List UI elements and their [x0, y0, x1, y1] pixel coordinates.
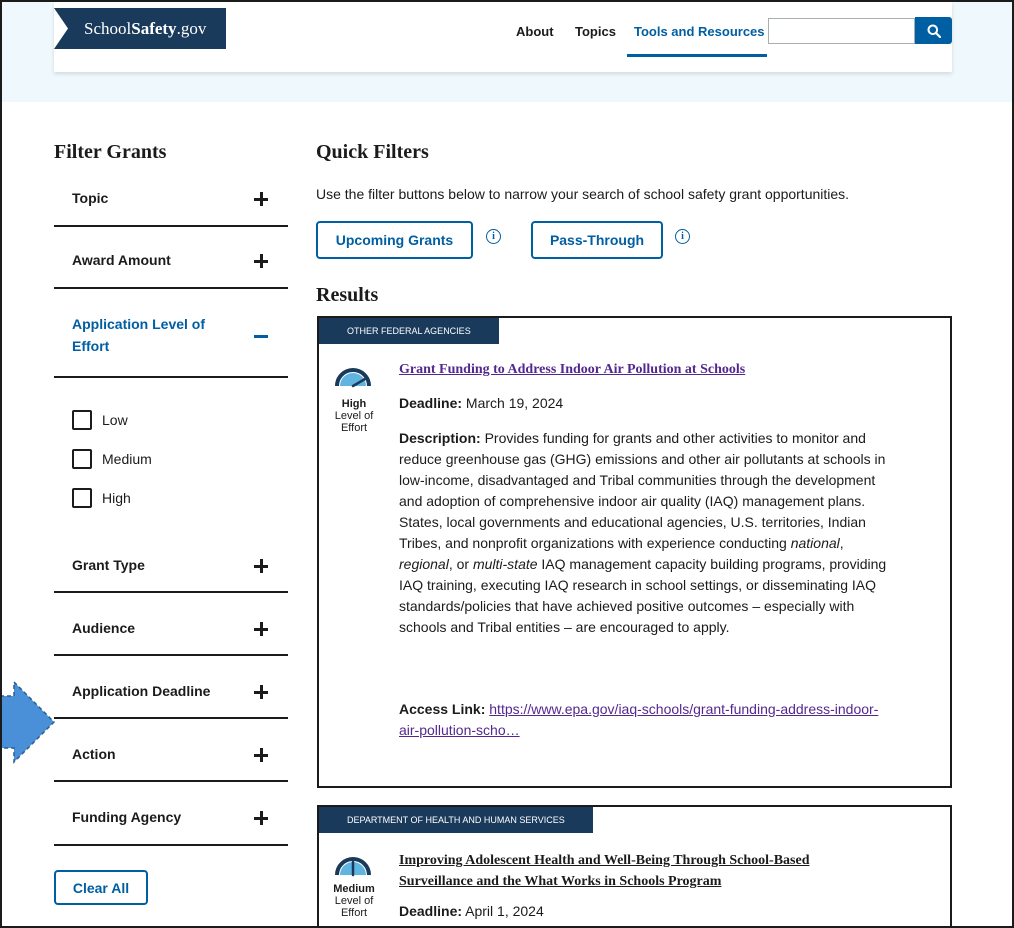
effort-option-high[interactable]: High	[72, 488, 131, 508]
grant-access: Access Link: https://www.epa.gov/iaq-sch…	[399, 699, 879, 741]
grant-title-link[interactable]: Improving Adolescent Health and Well-Bei…	[399, 850, 879, 892]
filter-label: Topic	[72, 190, 109, 206]
logo-text-suffix: .gov	[176, 19, 207, 38]
checkbox-label: Low	[102, 412, 128, 428]
description-text: , or	[448, 556, 473, 572]
filter-audience[interactable]: Audience	[54, 593, 288, 656]
plus-icon	[254, 254, 268, 268]
filter-label: Award Amount	[72, 252, 171, 268]
effort-level-label: High Level of Effort	[331, 398, 377, 434]
agency-tag: Department of Health and Human Services	[319, 807, 593, 833]
filter-label: Audience	[72, 620, 136, 636]
nav-topics[interactable]: Topics	[575, 24, 616, 39]
quick-filters-title: Quick Filters	[316, 141, 429, 163]
filter-label: Application Deadline	[72, 683, 211, 699]
description-emphasis: multi-state	[472, 556, 538, 572]
results-title: Results	[316, 284, 379, 306]
description-emphasis: national	[790, 535, 840, 551]
effort-option-low[interactable]: Low	[72, 410, 128, 430]
filter-grants-title: Filter Grants	[54, 141, 167, 163]
effort-caption: Level of	[334, 895, 374, 907]
filter-topic[interactable]: Topic	[54, 174, 288, 227]
nav-active-indicator	[627, 54, 767, 57]
checkbox[interactable]	[72, 410, 92, 430]
gauge-icon	[335, 368, 371, 388]
nav-about[interactable]: About	[516, 24, 554, 39]
logo-text-bold: Safety	[131, 19, 177, 38]
plus-icon	[254, 622, 268, 636]
effort-caption: Effort	[340, 422, 368, 434]
pass-through-button[interactable]: Pass-Through	[531, 221, 663, 259]
search-icon	[927, 24, 941, 38]
effort-caption: Effort	[340, 907, 368, 919]
grant-card: Department of Health and Human Services …	[317, 805, 952, 926]
clear-all-button[interactable]: Clear All	[54, 870, 148, 905]
info-icon[interactable]: i	[675, 229, 690, 244]
gauge-icon	[335, 857, 371, 877]
search-button[interactable]	[915, 17, 952, 44]
plus-icon	[254, 748, 268, 762]
description-text: ,	[839, 535, 844, 551]
callout-arrow	[2, 680, 56, 764]
checkbox-label: High	[102, 490, 131, 506]
effort-level-label: Medium Level of Effort	[331, 883, 377, 919]
upcoming-grants-button[interactable]: Upcoming Grants	[316, 221, 473, 259]
quick-filters-intro: Use the filter buttons below to narrow y…	[316, 186, 850, 202]
checkbox[interactable]	[72, 488, 92, 508]
filter-award-amount[interactable]: Award Amount	[54, 227, 288, 289]
deadline-value: April 1, 2024	[465, 903, 544, 919]
plus-icon	[254, 811, 268, 825]
plus-icon	[254, 192, 268, 206]
checkbox-label: Medium	[102, 451, 152, 467]
grant-card: Other Federal Agencies High Level of Eff…	[317, 316, 952, 788]
filter-application-level-of-effort[interactable]: Application Level of Effort	[54, 289, 288, 378]
info-icon[interactable]: i	[486, 229, 501, 244]
filter-label: Application Level of Effort	[72, 316, 206, 354]
site-logo[interactable]: SchoolSafety.gov	[54, 8, 226, 49]
page-frame: SchoolSafety.gov About Topics Tools and …	[0, 0, 1014, 928]
effort-level: Medium	[333, 883, 375, 895]
filter-application-deadline[interactable]: Application Deadline	[54, 656, 288, 719]
grant-deadline: Deadline: April 1, 2024	[399, 903, 544, 919]
deadline-value: March 19, 2024	[465, 395, 564, 411]
search-input[interactable]	[768, 18, 915, 44]
logo-text-regular: School	[84, 19, 132, 38]
deadline-label: Deadline:	[399, 395, 463, 411]
effort-level: High	[341, 398, 367, 410]
effort-caption: Level of	[334, 410, 374, 422]
description-label: Description:	[399, 430, 481, 446]
agency-tag: Other Federal Agencies	[319, 318, 499, 344]
plus-icon	[254, 559, 268, 573]
filter-funding-agency[interactable]: Funding Agency	[54, 782, 288, 846]
deadline-label: Deadline:	[399, 903, 463, 919]
minus-icon	[254, 335, 268, 338]
plus-icon	[254, 685, 268, 699]
filter-label: Action	[72, 746, 116, 762]
access-label: Access Link:	[399, 701, 486, 717]
checkbox[interactable]	[72, 449, 92, 469]
filter-label: Grant Type	[72, 557, 145, 573]
grant-description: Description: Provides funding for grants…	[399, 428, 889, 638]
description-text: Provides funding for grants and other ac…	[399, 430, 886, 551]
grant-title-link[interactable]: Grant Funding to Address Indoor Air Poll…	[399, 362, 745, 378]
nav-tools-and-resources[interactable]: Tools and Resources	[634, 24, 765, 39]
description-emphasis: regional	[399, 556, 449, 572]
filter-action[interactable]: Action	[54, 719, 288, 782]
effort-option-medium[interactable]: Medium	[72, 449, 152, 469]
filter-label: Funding Agency	[72, 809, 182, 825]
grant-deadline: Deadline: March 19, 2024	[399, 395, 563, 411]
filter-grant-type[interactable]: Grant Type	[54, 529, 288, 593]
